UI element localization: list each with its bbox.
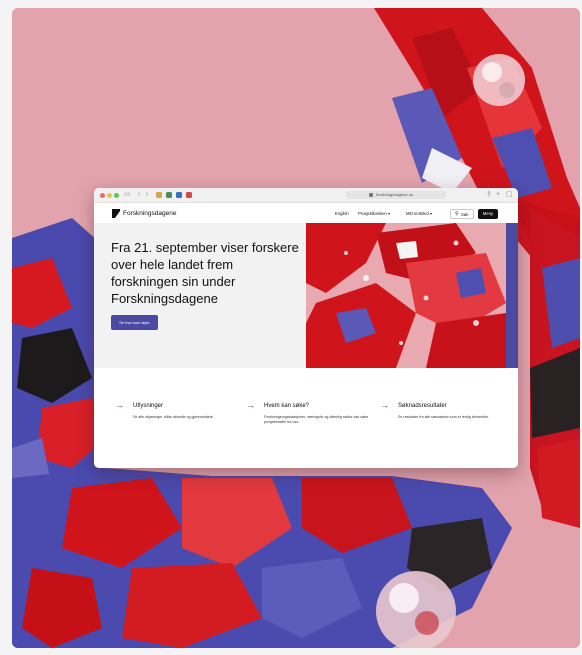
- zoom-window-button[interactable]: [114, 192, 119, 198]
- browser-toolbar: ▭ ‹ › forskningsdagene.no ⇪ + ▢: [94, 188, 518, 203]
- hero-cta-label: Se hva som skjer: [119, 320, 150, 325]
- shortcut-cards: → Utlysninger Se alle utlysninger, både …: [94, 368, 518, 468]
- logo-icon[interactable]: [112, 209, 120, 218]
- share-icon[interactable]: ⇪: [486, 190, 492, 200]
- card-title: Søknadsresultater: [398, 403, 447, 409]
- card-title: Hvem kan søke?: [264, 403, 310, 409]
- hero-artwork: [306, 223, 518, 368]
- address-bar[interactable]: forskningsdagene.no: [346, 191, 446, 199]
- nav-language-link[interactable]: English: [335, 211, 349, 217]
- arrow-right-icon: →: [380, 400, 389, 410]
- search-button[interactable]: ⚲ Søk: [450, 209, 474, 219]
- new-tab-icon[interactable]: +: [496, 190, 500, 200]
- hero-cta-button[interactable]: Se hva som skjer: [111, 315, 158, 330]
- menu-button[interactable]: Meny: [478, 209, 498, 219]
- forward-icon[interactable]: ›: [146, 190, 148, 200]
- card-description: Forskningsorganisasjoner, næringsliv og …: [264, 415, 369, 424]
- tabs-icon[interactable]: ▢: [506, 190, 513, 200]
- browser-window: ▭ ‹ › forskningsdagene.no ⇪ + ▢ Forsknin…: [94, 188, 518, 468]
- bookmark-favicon[interactable]: [186, 192, 192, 198]
- menu-button-label: Meny: [482, 211, 494, 216]
- lock-icon: [369, 193, 373, 197]
- nav-my-site-menu[interactable]: Mitt nettsted ▾: [406, 211, 432, 217]
- search-icon: ⚲: [455, 211, 459, 217]
- nav-projects-menu[interactable]: Prosjektbanken ▾: [358, 211, 390, 217]
- bookmark-favicon[interactable]: [156, 192, 162, 198]
- sidebar-icon[interactable]: ▭: [124, 190, 131, 200]
- card-description: Se resultater fra alle søknadene som er …: [398, 415, 489, 419]
- close-window-button[interactable]: [100, 192, 105, 198]
- card-description: Se alle utlysninger, både aktuelle og gj…: [133, 415, 214, 419]
- search-button-label: Søk: [461, 212, 469, 217]
- url-text: forskningsdagene.no: [376, 192, 414, 197]
- bookmark-favicon[interactable]: [166, 192, 172, 198]
- card-title: Utlysninger: [133, 403, 164, 409]
- bookmark-favicon[interactable]: [176, 192, 182, 198]
- back-icon[interactable]: ‹: [138, 190, 140, 200]
- hero-section: Fra 21. september viser forskere over he…: [94, 223, 306, 368]
- arrow-right-icon: →: [246, 400, 255, 410]
- hero-image: [306, 223, 518, 368]
- arrow-right-icon: →: [115, 400, 124, 410]
- minimize-window-button[interactable]: [107, 192, 112, 198]
- site-header: Forskningsdagene English Prosjektbanken …: [94, 203, 518, 223]
- hero-title: Fra 21. september viser forskere over he…: [111, 240, 299, 306]
- site-logo[interactable]: Forskningsdagene: [123, 209, 176, 218]
